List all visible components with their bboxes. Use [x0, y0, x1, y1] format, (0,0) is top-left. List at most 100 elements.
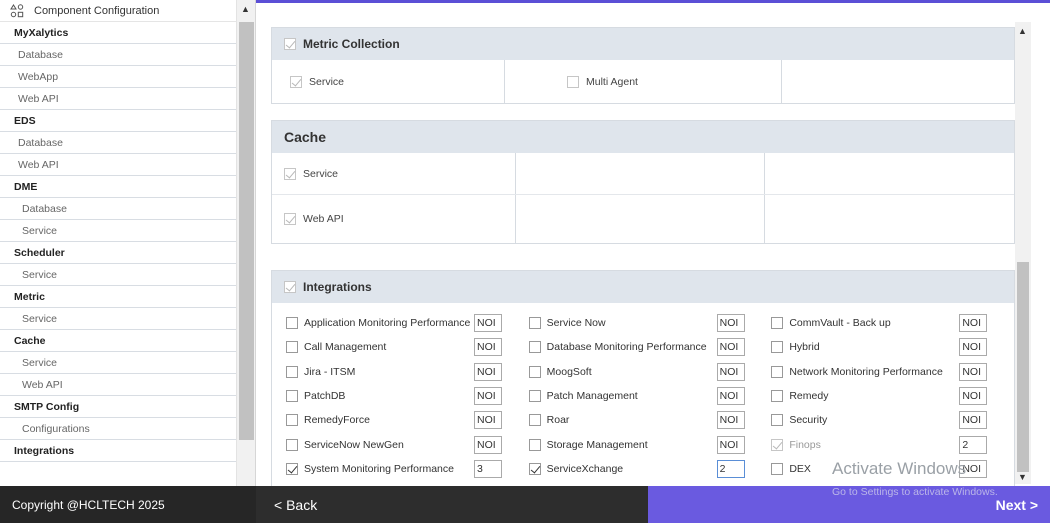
integration-checkbox[interactable]	[771, 438, 784, 451]
sidebar-item[interactable]: Web API	[0, 154, 236, 176]
activate-windows-watermark: Activate Windows	[832, 459, 967, 478]
back-button[interactable]: < Back	[256, 486, 648, 523]
integration-count-input[interactable]: NOI	[474, 362, 502, 381]
integration-checkbox[interactable]	[771, 414, 784, 427]
integrations-card: Integrations Application Monitoring Perf…	[271, 270, 1015, 486]
integration-count-input[interactable]: NOI	[474, 338, 502, 357]
integrations-title: Integrations	[303, 280, 372, 294]
sidebar-scrollbar[interactable]: ▲	[236, 0, 255, 486]
integration-count-input[interactable]: NOI	[716, 338, 745, 357]
integrations-checkbox[interactable]	[284, 281, 296, 293]
integration-item: Roar NOI	[528, 411, 772, 430]
integration-count-input[interactable]: NOI	[959, 314, 988, 333]
integration-checkbox[interactable]	[286, 414, 298, 427]
scroll-down-icon[interactable]: ▼	[1018, 472, 1027, 482]
integration-checkbox[interactable]	[771, 341, 784, 354]
integration-checkbox[interactable]	[286, 365, 298, 378]
sidebar-group[interactable]: EDS	[0, 110, 236, 132]
integration-count-input[interactable]: NOI	[474, 387, 502, 406]
integration-count-input[interactable]: NOI	[959, 387, 988, 406]
integration-checkbox[interactable]	[528, 414, 541, 427]
scroll-up-icon[interactable]: ▲	[1018, 26, 1027, 36]
sidebar-item[interactable]: Database	[0, 132, 236, 154]
integration-count-input[interactable]: NOI	[959, 411, 988, 430]
integration-item: Jira - ITSM NOI	[286, 362, 529, 381]
integration-count-input[interactable]: NOI	[959, 362, 988, 381]
main-scrollbar[interactable]: ▲ ▼	[1015, 22, 1031, 484]
sidebar-group[interactable]: Scheduler	[0, 242, 236, 264]
integration-checkbox[interactable]	[528, 462, 541, 475]
integration-checkbox[interactable]	[286, 462, 298, 475]
integrations-header[interactable]: Integrations	[272, 271, 1014, 303]
integration-count-input[interactable]: NOI	[474, 411, 502, 430]
integration-checkbox[interactable]	[286, 341, 298, 354]
sidebar-item[interactable]: Web API	[0, 88, 236, 110]
integration-checkbox[interactable]	[771, 365, 784, 378]
sidebar-group[interactable]: DME	[0, 176, 236, 198]
integration-checkbox[interactable]	[528, 438, 541, 451]
sidebar-item[interactable]: Service	[0, 352, 236, 374]
sidebar-group[interactable]: Cache	[0, 330, 236, 352]
sidebar-item[interactable]: Service	[0, 264, 236, 286]
integration-label: ServiceXchange	[546, 462, 624, 475]
main-scroll-thumb[interactable]	[1017, 262, 1029, 472]
integration-checkbox[interactable]	[286, 317, 298, 330]
sidebar-item[interactable]: WebApp	[0, 66, 236, 88]
sidebar-group[interactable]: MyXalytics	[0, 22, 236, 44]
integration-checkbox[interactable]	[286, 390, 298, 403]
integration-label: MoogSoft	[546, 365, 592, 378]
integration-item: Database Monitoring Performance NOI	[528, 338, 772, 357]
integration-count-input[interactable]: 3	[474, 459, 502, 478]
integration-item: Call Management NOI	[286, 338, 529, 357]
integration-row: Application Monitoring Performance NOI Ser…	[286, 311, 1014, 335]
cache-webapi-checkbox[interactable]	[284, 213, 296, 225]
metric-collection-checkbox[interactable]	[284, 38, 296, 50]
integration-count-input[interactable]: 2	[959, 435, 988, 454]
scroll-up-icon[interactable]: ▲	[241, 4, 250, 14]
sidebar-item[interactable]: Database	[0, 198, 236, 220]
integration-count-input[interactable]: NOI	[716, 314, 745, 333]
cache-service-cell: Service	[272, 153, 516, 194]
sidebar-scroll-thumb[interactable]	[239, 22, 254, 440]
integration-item: Finops 2	[771, 435, 1014, 454]
activate-windows-hint: Go to Settings to activate Windows.	[832, 486, 998, 498]
integration-row: ServiceNow NewGen NOI Storage Management NO…	[286, 432, 1014, 456]
cache-service-checkbox[interactable]	[284, 167, 296, 180]
metric-service-checkbox[interactable]	[290, 75, 302, 88]
sidebar-group[interactable]: Metric	[0, 286, 236, 308]
sidebar-item[interactable]: Web API	[0, 374, 236, 396]
sidebar-item[interactable]: Service	[0, 308, 236, 330]
integration-row: PatchDB NOI Patch Management NOI Remedy NOI	[286, 384, 1014, 408]
integration-checkbox[interactable]	[771, 462, 784, 475]
integration-checkbox[interactable]	[771, 390, 784, 403]
integration-count-input[interactable]: NOI	[959, 338, 988, 357]
metric-collection-header[interactable]: Metric Collection	[272, 28, 1014, 60]
integration-label: CommVault - Back up	[789, 317, 891, 330]
sidebar-item[interactable]: Configurations	[0, 418, 236, 440]
integration-count-input[interactable]: NOI	[716, 362, 745, 381]
top-accent-line	[256, 0, 1050, 3]
integration-label: ServiceNow NewGen	[304, 438, 404, 451]
integration-count-input[interactable]: NOI	[716, 387, 745, 406]
integration-checkbox[interactable]	[528, 341, 541, 354]
sidebar-item[interactable]: Service	[0, 220, 236, 242]
integration-checkbox[interactable]	[528, 390, 541, 403]
sidebar-item[interactable]: Database	[0, 44, 236, 66]
integration-item: Patch Management NOI	[528, 387, 772, 406]
sidebar-header[interactable]: Component Configuration	[0, 0, 236, 22]
integration-count-input[interactable]: 2	[716, 459, 745, 478]
integration-count-input[interactable]: NOI	[716, 411, 745, 430]
integration-checkbox[interactable]	[528, 317, 541, 330]
integration-count-input[interactable]: NOI	[474, 314, 502, 333]
sidebar-group[interactable]: Integrations	[0, 440, 236, 462]
integration-checkbox[interactable]	[528, 365, 541, 378]
integration-checkbox[interactable]	[771, 317, 784, 330]
cache-title: Cache	[284, 129, 327, 145]
integration-checkbox[interactable]	[286, 438, 298, 451]
integration-count-input[interactable]: NOI	[474, 435, 502, 454]
multi-agent-checkbox[interactable]	[567, 75, 579, 88]
sidebar-group[interactable]: SMTP Config	[0, 396, 236, 418]
cache-header: Cache	[272, 121, 1014, 153]
integration-count-input[interactable]: NOI	[716, 435, 745, 454]
integration-item: MoogSoft NOI	[528, 362, 772, 381]
